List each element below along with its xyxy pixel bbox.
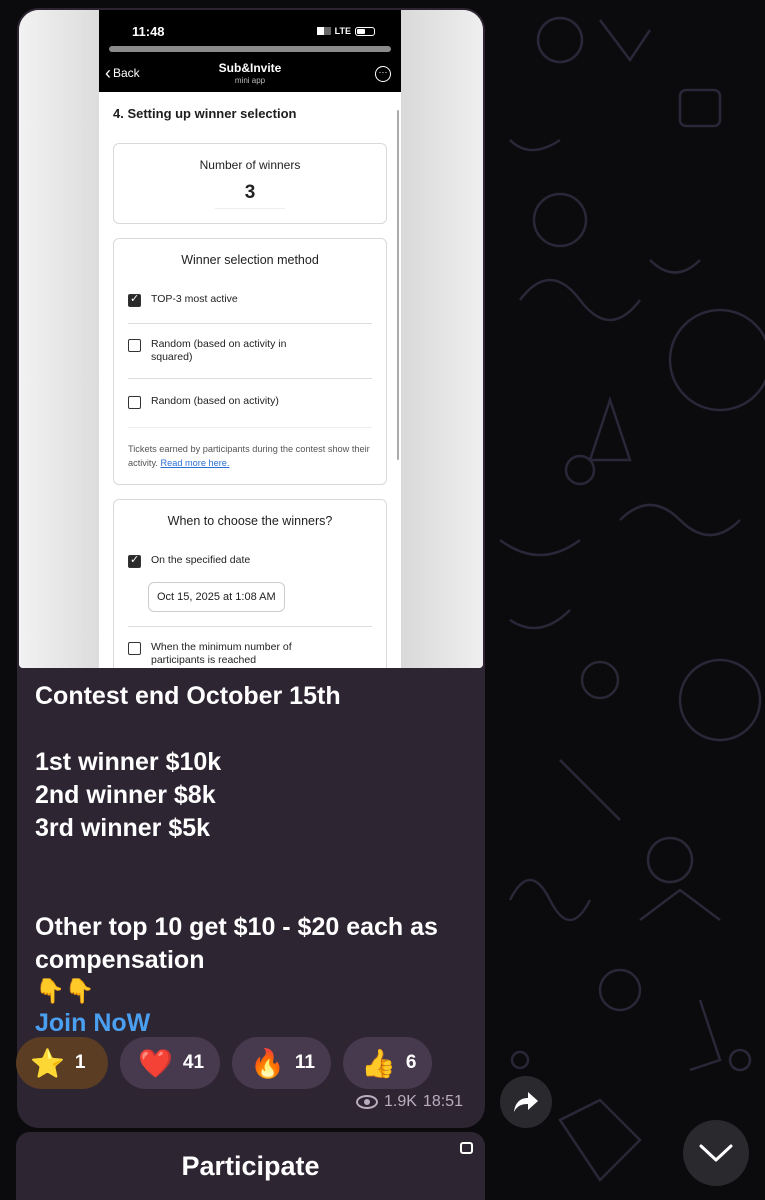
- contest-end-line: Contest end October 15th: [35, 682, 341, 710]
- message-meta: 1.9K 18:51: [356, 1093, 463, 1111]
- status-time: 11:48: [132, 24, 165, 39]
- app-subtitle: mini app: [234, 76, 266, 85]
- option-label: TOP-3 most active: [151, 293, 238, 305]
- reaction-thumbs-up[interactable]: 👍 6: [342, 1037, 433, 1089]
- reactions-bar: ⭐ 1 ❤️ 41 🔥 11 👍 6: [16, 1037, 433, 1089]
- selection-method-title: Winner selection method: [181, 253, 319, 267]
- scrollbar[interactable]: [397, 110, 399, 460]
- reaction-count: 6: [405, 1052, 417, 1073]
- participate-label: Participate: [181, 1150, 320, 1181]
- when-card: When to choose the winners? On the speci…: [113, 499, 387, 668]
- reaction-count: 41: [182, 1052, 205, 1073]
- option-top3[interactable]: TOP-3 most active: [128, 292, 372, 323]
- signal-icon: [316, 27, 331, 35]
- reaction-count: 1: [74, 1052, 86, 1073]
- star-icon: ⭐: [30, 1047, 65, 1079]
- when-title: When to choose the winners?: [167, 514, 333, 528]
- reaction-heart[interactable]: ❤️ 41: [120, 1037, 221, 1089]
- option-min-participants[interactable]: When the minimum number of participants …: [128, 627, 372, 667]
- scroll-down-button[interactable]: [683, 1120, 749, 1186]
- participate-button[interactable]: Participate: [16, 1132, 485, 1200]
- status-icons: LTE: [316, 26, 375, 36]
- first-winner-line: 1st winner $10k: [35, 748, 222, 776]
- drag-handle[interactable]: [109, 46, 391, 52]
- heart-icon: ❤️: [138, 1047, 173, 1079]
- checkbox-checked-icon[interactable]: [128, 292, 141, 307]
- mini-app-icon: [460, 1142, 473, 1154]
- checkbox-icon[interactable]: [128, 396, 141, 409]
- checkbox-icon[interactable]: [128, 339, 141, 352]
- view-count: 1.9K: [384, 1093, 417, 1110]
- option-random[interactable]: Random (based on activity): [128, 378, 372, 427]
- option-label: Random (based on activity): [151, 395, 279, 407]
- read-more-link[interactable]: Read more here.: [161, 458, 230, 468]
- checkbox-checked-icon[interactable]: [128, 553, 141, 568]
- reaction-star[interactable]: ⭐ 1: [16, 1037, 108, 1089]
- option-label: On the specified date: [151, 554, 251, 566]
- app-title: Sub&Invite: [218, 61, 282, 75]
- eye-icon: [356, 1095, 378, 1109]
- winners-count-input[interactable]: 3: [214, 182, 286, 209]
- message-time: 18:51: [422, 1093, 463, 1110]
- chevron-down-icon: [699, 1144, 733, 1162]
- join-now-link[interactable]: Join NoW: [35, 1007, 475, 1040]
- phone-screen: 11:48 LTE ‹ Back Sub&Invite mini app ···…: [99, 10, 401, 668]
- phone-header: 11:48 LTE ‹ Back Sub&Invite mini app ···: [99, 10, 401, 92]
- battery-icon: [355, 26, 375, 36]
- thumbs-up-icon: 👍: [360, 1047, 396, 1079]
- option-label: When the minimum number of participants …: [151, 641, 292, 666]
- reaction-fire[interactable]: 🔥 11: [232, 1037, 331, 1089]
- option-label: Random (based on activity in squared): [151, 338, 287, 363]
- pointing-down-emoji: 👇👇: [35, 978, 95, 1005]
- second-winner-line: 2nd winner $8k: [35, 781, 216, 809]
- share-arrow-icon: [514, 1092, 538, 1112]
- fire-icon: 🔥: [250, 1047, 285, 1079]
- more-icon[interactable]: ···: [375, 66, 391, 82]
- screenshot-image[interactable]: 11:48 LTE ‹ Back Sub&Invite mini app ···…: [19, 10, 483, 668]
- date-picker[interactable]: Oct 15, 2025 at 1:08 AM: [148, 582, 285, 612]
- winners-count-label: Number of winners: [199, 158, 301, 172]
- option-random-squared[interactable]: Random (based on activity in squared): [128, 323, 372, 378]
- third-winner-line: 3rd winner $5k: [35, 814, 211, 842]
- selection-method-card: Winner selection method TOP-3 most activ…: [113, 238, 387, 485]
- checkbox-icon[interactable]: [128, 642, 141, 655]
- reaction-count: 11: [294, 1052, 315, 1073]
- message-text: Contest end October 15th 1st winner $10k…: [35, 680, 475, 1040]
- winners-count-card: Number of winners 3: [113, 143, 387, 224]
- tickets-note: Tickets earned by participants during th…: [128, 427, 372, 484]
- share-button[interactable]: [500, 1076, 552, 1128]
- section-title: 4. Setting up winner selection: [113, 106, 297, 121]
- message-bubble: 11:48 LTE ‹ Back Sub&Invite mini app ···…: [17, 8, 485, 1128]
- network-label: LTE: [334, 26, 351, 36]
- option-specified-date[interactable]: On the specified date: [128, 553, 372, 582]
- compensation-line: Other top 10 get $10 - $20 each as compe…: [35, 913, 438, 974]
